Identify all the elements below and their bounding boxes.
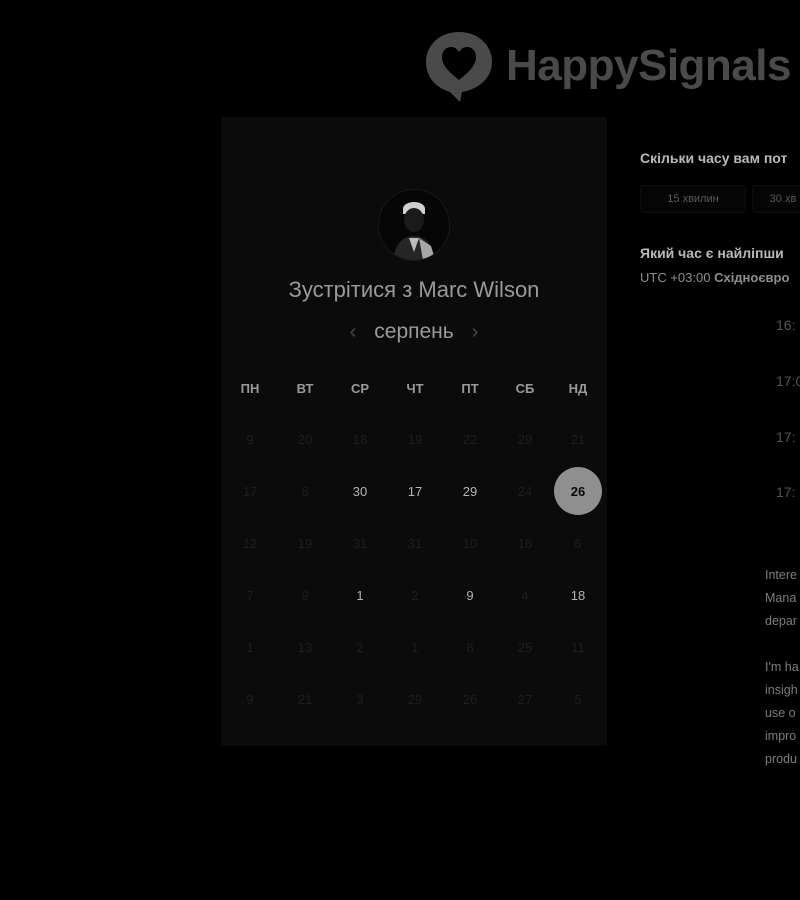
calendar-day: 25 — [517, 639, 533, 655]
calendar-day-available[interactable]: 17 — [391, 467, 439, 515]
calendar-day: 6 — [574, 535, 582, 551]
description-line: produ — [765, 752, 797, 766]
calendar-day: 9 — [246, 691, 254, 707]
time-slot[interactable]: 17: — [776, 484, 795, 500]
calendar-day-available[interactable]: 9 — [446, 571, 494, 619]
calendar-day: 12 — [242, 535, 258, 551]
calendar-day: 2 — [356, 639, 364, 655]
calendar-day: 29 — [407, 691, 423, 707]
description-line: Intere — [765, 568, 797, 582]
calendar-day: 7 — [246, 587, 254, 603]
calendar-day: 22 — [462, 431, 478, 447]
calendar-day: 9 — [301, 587, 309, 603]
calendar-day: 9 — [246, 431, 254, 447]
calendar-day: 8 — [466, 639, 474, 655]
calendar-day: 31 — [407, 535, 423, 551]
duration-option-15[interactable]: 15 хвилин — [640, 185, 746, 213]
weekday-label: СБ — [515, 381, 535, 396]
calendar-day: 3 — [356, 691, 364, 707]
timezone-name: Східноєвро — [714, 270, 790, 285]
calendar-day-selected[interactable]: 26 — [554, 467, 602, 515]
weekday-label: НД — [568, 381, 588, 396]
description-paragraph-2: I'm ha insigh use o impro produ — [765, 656, 799, 771]
calendar-day: 5 — [574, 691, 582, 707]
time-slot[interactable]: 17:0 — [776, 373, 800, 389]
calendar-day: 4 — [521, 587, 529, 603]
calendar-day: 1 — [246, 639, 254, 655]
calendar-day: 16 — [517, 535, 533, 551]
description-line: insigh — [765, 683, 798, 697]
duration-question: Скільки часу вам пот — [640, 150, 788, 166]
calendar-day: 17 — [242, 483, 258, 499]
calendar-day-available[interactable]: 18 — [554, 571, 602, 619]
timezone-selector[interactable]: UTC +03:00 Східноєвро — [640, 270, 789, 285]
brand-name: HappySignals — [506, 41, 791, 90]
description-line: I'm ha — [765, 660, 799, 674]
calendar-day: 6 — [301, 483, 309, 499]
calendar-day: 2 — [411, 587, 419, 603]
description-line: impro — [765, 729, 797, 743]
calendar-day: 21 — [570, 431, 586, 447]
time-slot[interactable]: 16: — [776, 317, 795, 333]
heart-chat-icon — [426, 32, 492, 102]
duration-option-30[interactable]: 30 хв — [752, 185, 800, 213]
description-line: depar — [765, 614, 797, 628]
calendar-day: 19 — [297, 535, 313, 551]
calendar-day: 21 — [297, 691, 313, 707]
description-paragraph-1: Intere Mana depar — [765, 564, 797, 633]
calendar-day-available[interactable]: 1 — [336, 571, 384, 619]
time-slot[interactable]: 17: — [776, 429, 795, 445]
calendar-day: 19 — [407, 431, 423, 447]
description-line: Mana — [765, 591, 797, 605]
calendar-day: 20 — [297, 431, 313, 447]
timezone-offset: UTC +03:00 — [640, 270, 711, 285]
calendar-day: 1 — [411, 639, 419, 655]
calendar-day: 29 — [517, 431, 533, 447]
weekday-label: ПН — [240, 381, 260, 396]
happysignals-logo: HappySignals — [424, 28, 791, 104]
calendar-day: 24 — [517, 483, 533, 499]
weekday-label: СР — [350, 381, 370, 396]
calendar-day: 26 — [462, 691, 478, 707]
description-line: use o — [765, 706, 796, 720]
calendar-day: 18 — [352, 431, 368, 447]
calendar-day-available[interactable]: 29 — [446, 467, 494, 515]
weekday-label: ПТ — [461, 381, 479, 396]
calendar-grid: ПН ВТ СР ЧТ ПТ СБ НД 9 20 18 19 22 29 21 17 6 30 17 29 24 26… — [221, 117, 607, 746]
calendar-day-available[interactable]: 30 — [336, 467, 384, 515]
time-question: Який час є найліпши — [640, 245, 784, 261]
calendar-day: 31 — [352, 535, 368, 551]
weekday-label: ВТ — [296, 381, 314, 396]
calendar-day: 27 — [517, 691, 533, 707]
calendar-day: 13 — [297, 639, 313, 655]
calendar-day: 11 — [571, 639, 585, 655]
weekday-label: ЧТ — [406, 381, 424, 396]
booking-calendar-panel: Зустрітися з Marc Wilson ‹ серпень › ПН В… — [221, 117, 607, 746]
calendar-day: 10 — [462, 535, 478, 551]
